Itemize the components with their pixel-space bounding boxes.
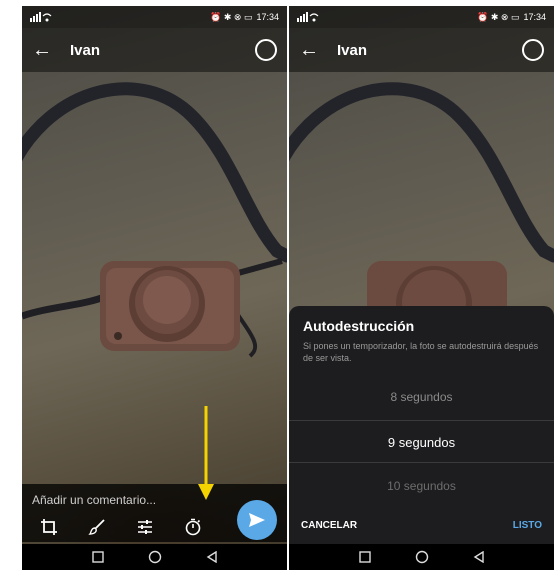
circle-home-icon[interactable] xyxy=(415,550,429,564)
chat-header: ← Ivan xyxy=(22,28,287,72)
arrow-left-icon[interactable]: ← xyxy=(299,40,323,60)
brush-icon[interactable] xyxy=(88,518,106,536)
picker-divider xyxy=(289,462,554,463)
dialog-description: Si pones un temporizador, la foto se aut… xyxy=(303,341,539,363)
signal-wifi-icons xyxy=(297,12,319,22)
done-button[interactable]: LISTO xyxy=(513,520,542,531)
sliders-icon[interactable] xyxy=(136,518,154,536)
circle-select-icon[interactable] xyxy=(255,39,277,61)
yellow-arrow-annotation xyxy=(198,406,214,500)
chat-header: ← Ivan xyxy=(289,28,554,72)
contact-name: Ivan xyxy=(70,41,101,59)
cancel-button[interactable]: CANCELAR xyxy=(301,520,357,531)
right-screen: ⏰ ✱ ⊗ ▭ 17:34 ← Ivan Autodestrucción Si … xyxy=(289,6,554,570)
editing-tools xyxy=(40,518,202,536)
left-screen: ⏰ ✱ ⊗ ▭ 17:34 ← Ivan xyxy=(22,6,287,570)
signal-wifi-icons xyxy=(30,12,52,22)
triangle-back-icon[interactable] xyxy=(206,551,218,563)
timer-option[interactable]: 8 segundos xyxy=(289,375,554,419)
dialog-title: Autodestrucción xyxy=(303,318,415,334)
timer-option[interactable]: 10 segundos xyxy=(289,464,554,508)
system-nav-bar xyxy=(22,544,287,570)
signal-icon xyxy=(30,12,52,22)
triangle-back-icon[interactable] xyxy=(473,551,485,563)
status-bar: ⏰ ✱ ⊗ ▭ 17:34 xyxy=(22,6,287,28)
square-icon[interactable] xyxy=(358,551,371,563)
send-icon xyxy=(249,513,265,527)
status-right: ⏰ ✱ ⊗ ▭ 17:34 xyxy=(210,12,279,23)
status-bar: ⏰ ✱ ⊗ ▭ 17:34 xyxy=(289,6,554,28)
status-right: ⏰ ✱ ⊗ ▭ 17:34 xyxy=(477,12,546,23)
status-icons: ⏰ ✱ ⊗ ▭ xyxy=(477,11,520,22)
timer-option-selected[interactable]: 9 segundos xyxy=(289,420,554,464)
send-button[interactable] xyxy=(237,500,277,540)
arrow-left-icon[interactable]: ← xyxy=(32,40,56,60)
timer-icon[interactable] xyxy=(184,518,202,536)
circle-select-icon[interactable] xyxy=(522,39,544,61)
square-icon[interactable] xyxy=(91,551,104,563)
circle-home-icon[interactable] xyxy=(148,550,162,564)
clock: 17:34 xyxy=(256,12,279,22)
crop-icon[interactable] xyxy=(40,518,58,536)
contact-name: Ivan xyxy=(337,41,368,59)
clock: 17:34 xyxy=(523,12,546,22)
self-destruct-dialog: Autodestrucción Si pones un temporizador… xyxy=(289,306,554,544)
status-icons: ⏰ ✱ ⊗ ▭ xyxy=(210,11,253,22)
signal-icon xyxy=(297,12,319,22)
system-nav-bar xyxy=(289,544,554,570)
